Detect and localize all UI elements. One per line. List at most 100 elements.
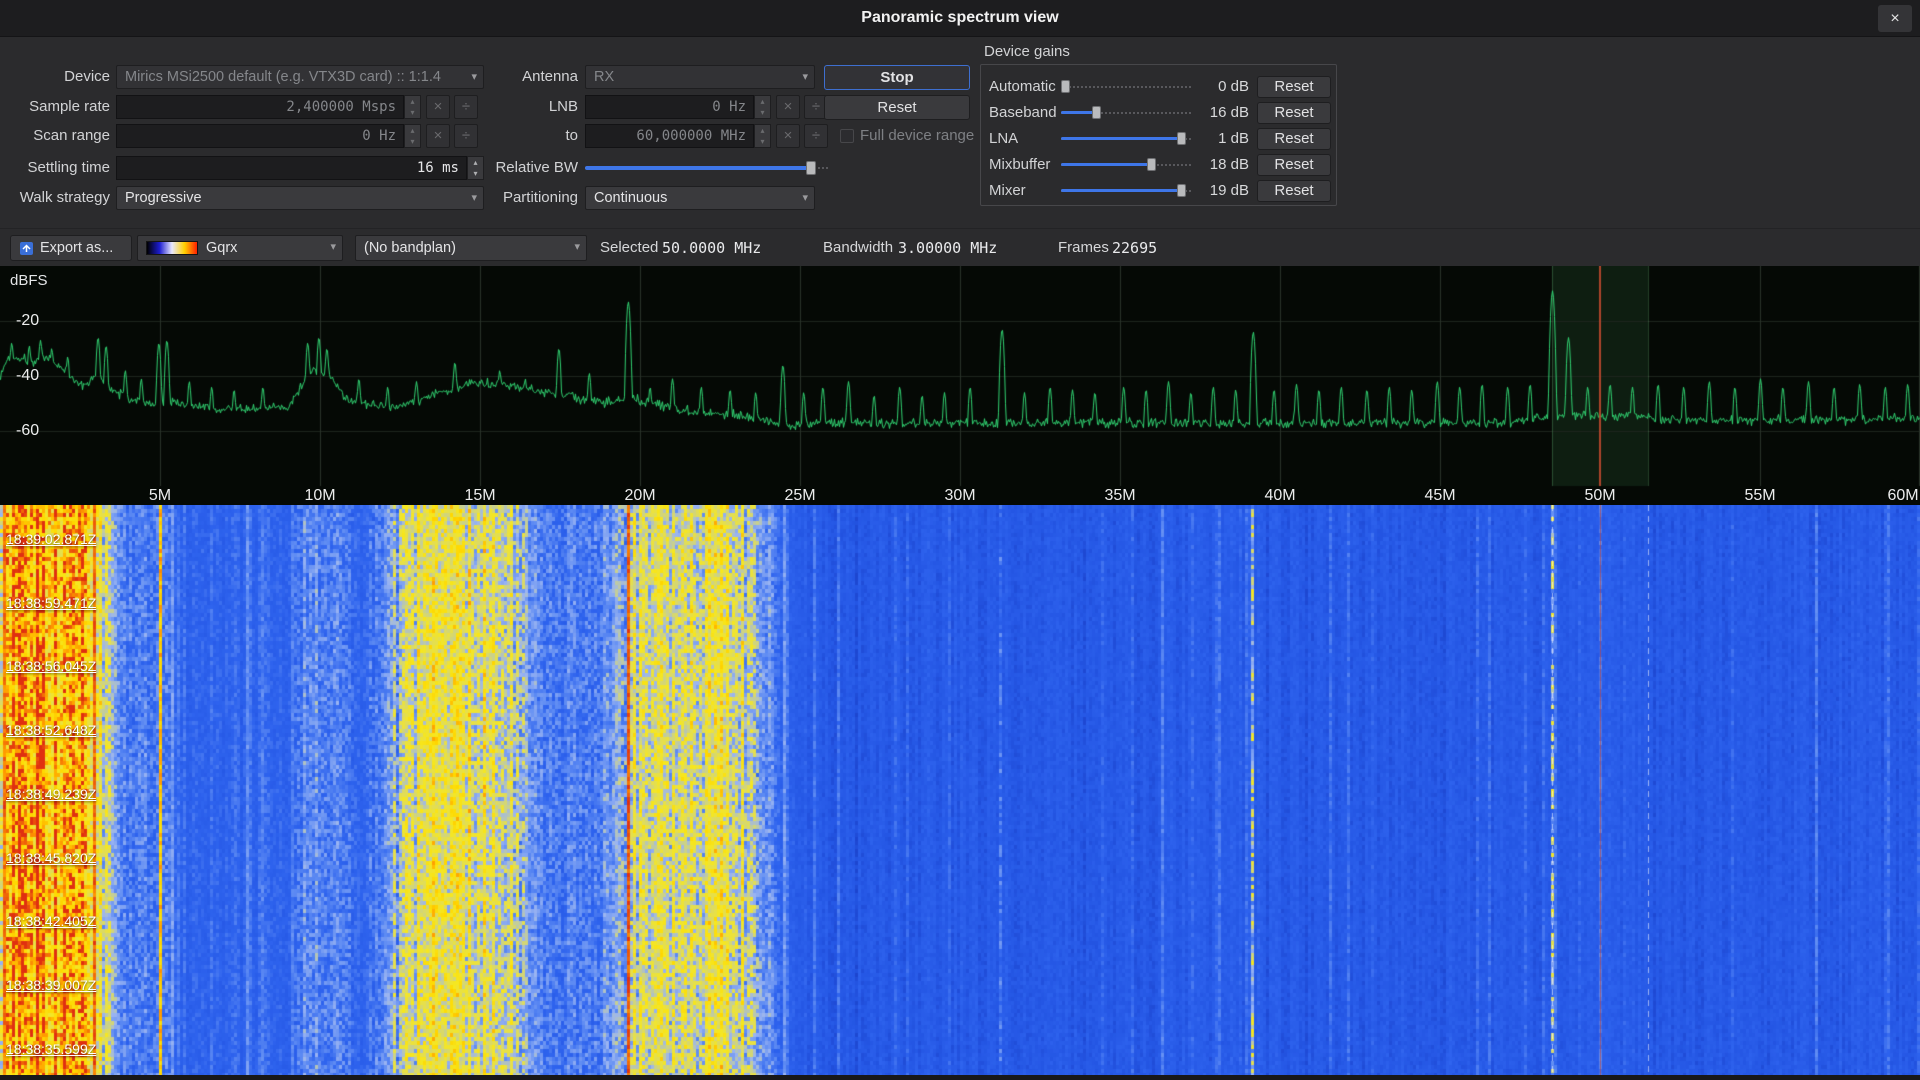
sample-rate-multiply-button[interactable]: × [426,95,450,119]
gain-mixbuffer-value: 18 dB [1193,155,1249,175]
full-device-range-checkbox[interactable] [840,129,854,143]
antenna-select-value: RX [594,69,614,85]
chevron-down-icon: ▾ [802,187,808,209]
slider-groove [1061,86,1191,88]
settling-time-label: Settling time [8,156,110,180]
close-icon: × [1890,10,1899,27]
device-label: Device [8,65,110,89]
scan-range-input[interactable]: 0 Hz [116,124,404,148]
spectrum-canvas[interactable] [0,266,1920,505]
scan-to-label: to [478,124,578,148]
partitioning-label: Partitioning [478,186,578,210]
gain-automatic-reset-button[interactable]: Reset [1257,76,1331,98]
device-gains-title: Device gains [984,43,1070,60]
gain-baseband-slider[interactable] [1061,103,1191,123]
spin-up-icon: ▴ [755,125,770,136]
device-select-value: Mirics MSi2500 default (e.g. VTX3D card)… [125,69,441,85]
slider-handle[interactable] [1061,80,1070,93]
lnb-label: LNB [478,95,578,119]
spin-up-icon: ▴ [755,96,770,107]
scan-to-multiply-button[interactable]: × [776,124,800,148]
slider-handle[interactable] [1177,132,1186,145]
relative-bw-label: Relative BW [478,156,578,180]
sample-rate-input[interactable]: 2,400000 Msps [116,95,404,119]
chevron-down-icon: ▾ [574,236,580,258]
gain-mixbuffer-reset-button[interactable]: Reset [1257,154,1331,176]
device-select[interactable]: Mirics MSi2500 default (e.g. VTX3D card)… [116,65,484,89]
gain-mixer-label: Mixer [989,181,1059,201]
scan-to-input[interactable]: 60,000000 MHz [585,124,754,148]
selected-value: 50.0000 MHz [662,229,761,267]
spectrum-plot: dBFS 5M10M15M20M25M30M35M40M45M50M55M60M… [0,266,1920,505]
toolbar: Export as... Gqrx ▾ (No bandplan) ▾ Sele… [0,228,1920,266]
scan-range-divide-button[interactable]: ÷ [454,124,478,148]
reset-button[interactable]: Reset [824,95,970,120]
gain-mixer-reset-button[interactable]: Reset [1257,180,1331,202]
gain-baseband-reset-button[interactable]: Reset [1257,102,1331,124]
antenna-label: Antenna [478,65,578,89]
waterfall-plot: 18:39:02.871Z18:38:59.471Z18:38:56.045Z1… [0,505,1920,1075]
colormap-select[interactable]: Gqrx ▾ [137,235,343,261]
sample-rate-divide-button[interactable]: ÷ [454,95,478,119]
stop-button[interactable]: Stop [824,65,970,90]
sample-rate-label: Sample rate [8,95,110,119]
gain-mixbuffer-label: Mixbuffer [989,155,1059,175]
slider-handle[interactable] [1147,158,1156,171]
gain-mixer-slider[interactable] [1061,181,1191,201]
slider-handle[interactable] [806,161,816,175]
lnb-input[interactable]: 0 Hz [585,95,754,119]
colormap-swatch [146,241,198,255]
export-icon [19,241,34,256]
partitioning-select[interactable]: Continuous ▾ [585,186,815,210]
antenna-select[interactable]: RX ▾ [585,65,815,89]
slider-handle[interactable] [1092,106,1101,119]
gain-lna-slider[interactable] [1061,129,1191,149]
slider-handle[interactable] [1177,184,1186,197]
chevron-down-icon: ▾ [802,66,808,88]
gain-automatic-label: Automatic [989,77,1059,97]
gain-mixer-value: 19 dB [1193,181,1249,201]
gain-automatic-slider[interactable] [1061,77,1191,97]
close-button[interactable]: × [1878,5,1912,32]
bottom-strip [0,1075,1920,1080]
chevron-down-icon: ▾ [330,236,336,258]
spin-up-icon: ▴ [405,125,420,136]
scan-range-stepper[interactable]: ▴▾ [404,124,421,148]
walk-strategy-select[interactable]: Progressive ▾ [116,186,484,210]
lnb-multiply-button[interactable]: × [776,95,800,119]
partitioning-value: Continuous [594,190,667,206]
waterfall-canvas[interactable] [0,505,1920,1075]
full-device-range-label: Full device range [860,124,974,148]
export-button[interactable]: Export as... [10,235,132,261]
gain-lna-label: LNA [989,129,1059,149]
spin-down-icon: ▾ [405,136,420,147]
title-bar: Panoramic spectrum view × [0,0,1920,37]
gain-lna-reset-button[interactable]: Reset [1257,128,1331,150]
chevron-down-icon: ▾ [471,187,477,209]
bandwidth-value: 3.00000 MHz [898,229,997,267]
settling-time-input[interactable]: 16 ms [116,156,467,180]
scan-to-divide-button[interactable]: ÷ [804,124,828,148]
frames-label: Frames [1058,229,1109,267]
gain-baseband-value: 16 dB [1193,103,1249,123]
bandplan-select[interactable]: (No bandplan) ▾ [355,235,587,261]
gain-lna-value: 1 dB [1193,129,1249,149]
spin-up-icon: ▴ [405,96,420,107]
spin-down-icon: ▾ [755,136,770,147]
gain-mixbuffer-slider[interactable] [1061,155,1191,175]
gain-automatic-value: 0 dB [1193,77,1249,97]
slider-fill [585,166,811,170]
relative-bw-slider[interactable] [585,156,828,180]
walk-strategy-label: Walk strategy [8,186,110,210]
lnb-stepper[interactable]: ▴▾ [754,95,771,119]
scan-range-label: Scan range [8,124,110,148]
scan-to-stepper[interactable]: ▴▾ [754,124,771,148]
walk-strategy-value: Progressive [125,190,202,206]
slider-fill [1061,189,1182,192]
window-title: Panoramic spectrum view [861,9,1058,27]
scan-range-multiply-button[interactable]: × [426,124,450,148]
selected-label: Selected [600,229,658,267]
gain-baseband-label: Baseband [989,103,1059,123]
sample-rate-stepper[interactable]: ▴▾ [404,95,421,119]
control-panel: Device Mirics MSi2500 default (e.g. VTX3… [0,37,1920,228]
